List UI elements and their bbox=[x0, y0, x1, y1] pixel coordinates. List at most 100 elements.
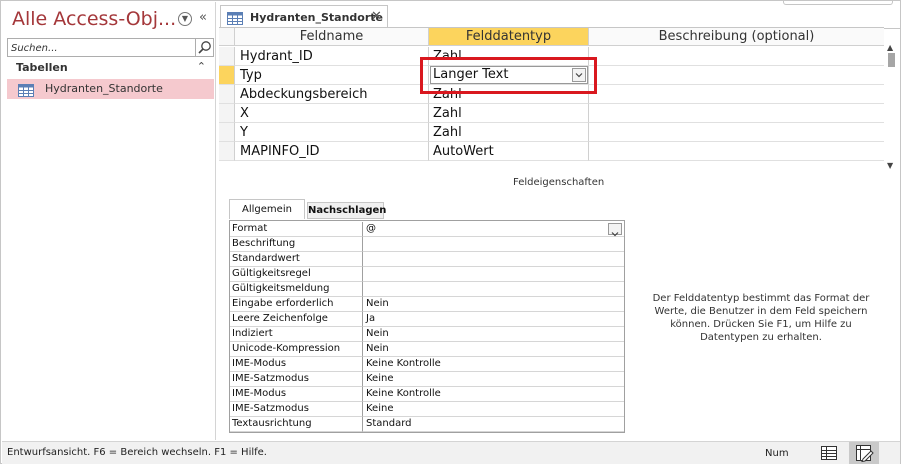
nav-item-hydranten-standorte[interactable]: Hydranten_Standorte bbox=[7, 79, 214, 99]
property-label: Gültigkeitsmeldung bbox=[230, 282, 363, 297]
field-description-cell[interactable] bbox=[589, 66, 884, 85]
row-selector[interactable] bbox=[219, 66, 235, 85]
status-bar: Entwurfsansicht. F6 = Bereich wechseln. … bbox=[2, 441, 900, 464]
access-window: Alle Access-Obj... ▼ « Tabellen ⌃ bbox=[0, 0, 901, 464]
property-row[interactable]: Unicode-Kompression Nein bbox=[230, 342, 624, 357]
search-box bbox=[7, 38, 214, 57]
property-row[interactable]: Leere Zeichenfolge Ja bbox=[230, 312, 624, 327]
field-type-cell[interactable]: AutoWert bbox=[429, 142, 589, 161]
property-value[interactable] bbox=[363, 237, 624, 252]
table-row[interactable]: X Zahl bbox=[219, 104, 884, 123]
property-row[interactable]: Gültigkeitsmeldung bbox=[230, 282, 624, 297]
property-row[interactable]: Textausrichtung Standard bbox=[230, 417, 624, 432]
search-icon[interactable] bbox=[195, 39, 213, 56]
nav-group-tables[interactable]: Tabellen ⌃ bbox=[7, 60, 214, 76]
property-value[interactable]: Standard bbox=[363, 417, 624, 432]
property-label: Leere Zeichenfolge bbox=[230, 312, 363, 327]
field-description-cell[interactable] bbox=[589, 142, 884, 161]
property-label: IME-Satzmodus bbox=[230, 372, 363, 387]
property-row[interactable]: Indiziert Nein bbox=[230, 327, 624, 342]
property-row[interactable]: IME-Modus Keine Kontrolle bbox=[230, 387, 624, 402]
property-row[interactable]: Beschriftung bbox=[230, 237, 624, 252]
property-row[interactable]: IME-Modus Keine Kontrolle bbox=[230, 357, 624, 372]
datasheet-view-icon[interactable] bbox=[819, 444, 839, 462]
property-value[interactable]: Nein bbox=[363, 297, 624, 312]
property-value[interactable] bbox=[363, 252, 624, 267]
row-selector[interactable] bbox=[219, 85, 235, 104]
field-name-cell[interactable]: Y bbox=[235, 123, 429, 142]
property-label: IME-Satzmodus bbox=[230, 402, 363, 417]
row-selector[interactable] bbox=[219, 47, 235, 66]
property-value[interactable]: Nein bbox=[363, 342, 624, 357]
property-label: Unicode-Kompression bbox=[230, 342, 363, 357]
property-value[interactable]: Nein bbox=[363, 327, 624, 342]
window-edge bbox=[783, 1, 893, 5]
num-lock-indicator: Num bbox=[765, 448, 789, 459]
nav-item-label: Hydranten_Standorte bbox=[45, 82, 163, 95]
row-selector[interactable] bbox=[219, 142, 235, 161]
table-row[interactable]: Y Zahl bbox=[219, 123, 884, 142]
field-description-cell[interactable] bbox=[589, 104, 884, 123]
row-selector-header[interactable] bbox=[219, 28, 235, 46]
property-value[interactable]: Ja bbox=[363, 312, 624, 327]
property-value[interactable] bbox=[363, 267, 624, 282]
field-name-cell[interactable]: MAPINFO_ID bbox=[235, 142, 429, 161]
field-name-cell[interactable]: X bbox=[235, 104, 429, 123]
property-label: IME-Modus bbox=[230, 387, 363, 402]
property-value[interactable]: Keine bbox=[363, 372, 624, 387]
property-row[interactable]: Eingabe erforderlich Nein bbox=[230, 297, 624, 312]
field-name-cell[interactable]: Hydrant_ID bbox=[235, 47, 429, 66]
nav-menu-icon[interactable]: ▼ bbox=[178, 12, 192, 26]
collapse-pane-icon[interactable]: « bbox=[199, 10, 207, 25]
scrollbar-thumb[interactable] bbox=[888, 53, 895, 67]
property-value[interactable]: Keine Kontrolle bbox=[363, 387, 624, 402]
property-sheet: Format @ Beschriftung Standardwert Gülti… bbox=[229, 220, 625, 433]
nav-pane-title[interactable]: Alle Access-Obj... bbox=[12, 8, 176, 30]
grid-vertical-scrollbar[interactable]: ▲ ▼ bbox=[884, 41, 899, 175]
field-description-cell[interactable] bbox=[589, 123, 884, 142]
nav-group-label: Tabellen bbox=[16, 61, 68, 74]
property-row[interactable]: Standardwert bbox=[230, 252, 624, 267]
field-type-cell[interactable]: Zahl bbox=[429, 104, 589, 123]
tab-nachschlagen[interactable]: Nachschlagen bbox=[307, 202, 386, 219]
search-input[interactable] bbox=[11, 41, 191, 55]
close-icon[interactable]: ✕ bbox=[371, 9, 382, 24]
design-grid: Feldname Felddatentyp Beschreibung (opti… bbox=[219, 27, 884, 176]
chevron-up-icon[interactable]: ⌃ bbox=[197, 60, 206, 73]
property-value[interactable]: @ bbox=[363, 222, 624, 237]
column-header-felddatentyp[interactable]: Felddatentyp bbox=[429, 28, 589, 46]
field-description-cell[interactable] bbox=[589, 47, 884, 66]
property-label: Beschriftung bbox=[230, 237, 363, 252]
field-type-cell[interactable]: Zahl bbox=[429, 123, 589, 142]
property-label: Standardwert bbox=[230, 252, 363, 267]
scroll-up-arrow-icon[interactable]: ▲ bbox=[887, 43, 893, 52]
property-value[interactable]: Keine Kontrolle bbox=[363, 357, 624, 372]
highlight-box bbox=[420, 57, 597, 94]
field-description-cell[interactable] bbox=[589, 85, 884, 104]
column-header-beschreibung[interactable]: Beschreibung (optional) bbox=[589, 28, 884, 46]
table-row[interactable]: MAPINFO_ID AutoWert bbox=[219, 142, 884, 161]
tab-hydranten-standorte[interactable]: Hydranten_Standorte ✕ bbox=[220, 5, 388, 29]
design-view-icon[interactable] bbox=[849, 442, 879, 464]
row-selector[interactable] bbox=[219, 123, 235, 142]
property-row[interactable]: Format @ bbox=[230, 222, 624, 237]
chevron-down-icon[interactable] bbox=[608, 223, 622, 237]
property-row[interactable]: Gültigkeitsregel bbox=[230, 267, 624, 282]
property-label: Format bbox=[230, 222, 363, 237]
property-label: Eingabe erforderlich bbox=[230, 297, 363, 312]
scroll-down-arrow-icon[interactable]: ▼ bbox=[887, 161, 893, 170]
property-label: Gültigkeitsregel bbox=[230, 267, 363, 282]
property-value[interactable]: Keine bbox=[363, 402, 624, 417]
navigation-pane: Alle Access-Obj... ▼ « Tabellen ⌃ bbox=[2, 2, 216, 440]
field-properties-caption: Feldeigenschaften bbox=[513, 177, 605, 188]
field-name-cell[interactable]: Typ bbox=[235, 66, 429, 85]
row-selector[interactable] bbox=[219, 104, 235, 123]
field-name-cell[interactable]: Abdeckungsbereich bbox=[235, 85, 429, 104]
property-row[interactable]: IME-Satzmodus Keine bbox=[230, 402, 624, 417]
property-row[interactable]: IME-Satzmodus Keine bbox=[230, 372, 624, 387]
tab-allgemein[interactable]: Allgemein bbox=[229, 199, 305, 219]
help-text: Der Felddatentyp bestimmt das Format der… bbox=[652, 293, 870, 343]
property-value[interactable] bbox=[363, 282, 624, 297]
property-label: IME-Modus bbox=[230, 357, 363, 372]
column-header-feldname[interactable]: Feldname bbox=[235, 28, 429, 46]
